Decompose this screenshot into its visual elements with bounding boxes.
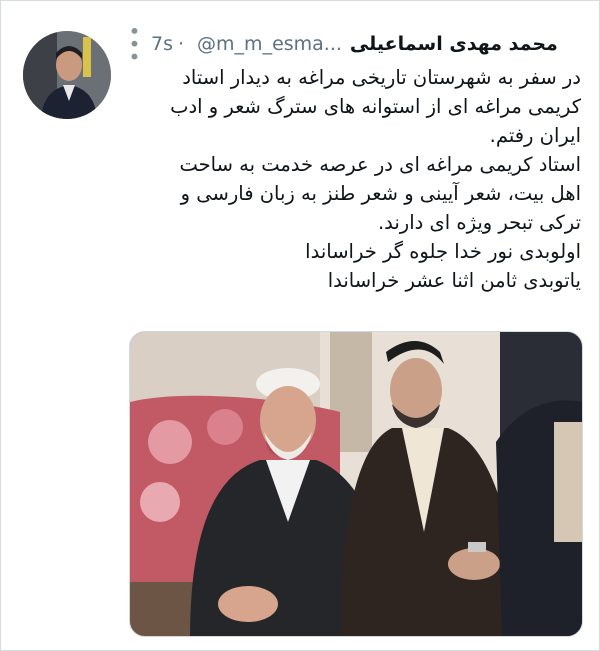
tweet-header: ••• 7s · @m_m_esma... محمد مهدی اسماعیلی (122, 25, 581, 63)
timestamp[interactable]: 7s (151, 33, 173, 55)
separator-dot: · (178, 33, 185, 55)
user-handle[interactable]: @m_m_esma... (197, 33, 342, 55)
tweet-line: در سفر به شهرستان تاریخی مراغه به دیدار … (182, 66, 581, 89)
tweet-line: کریمی مراغه ای از استوانه های سترگ شعر و… (170, 95, 581, 118)
author-name[interactable]: محمد مهدی اسماعیلی (350, 33, 558, 55)
tweet-line: ایران رفتم. (489, 124, 581, 147)
avatar[interactable] (23, 31, 111, 119)
tweet-photo[interactable] (129, 331, 583, 637)
tweet-card[interactable]: ••• 7s · @m_m_esma... محمد مهدی اسماعیلی… (0, 0, 600, 651)
tweet-line: اهل بیت، شعر آیینی و شعر طنز به زبان فار… (180, 182, 581, 205)
avatar-photo (23, 31, 111, 119)
tweet-line: یاتوبدی ثامن اثنا عشر خراساندا (327, 269, 581, 292)
more-options-icon[interactable]: ••• (122, 25, 147, 63)
tweet-line: ترکی تبحر ویژه ای دارند. (377, 211, 581, 234)
photo-illustration (130, 332, 582, 636)
tweet-line: اولوبدی نور خدا جلوه گر خراساندا (305, 240, 581, 263)
tweet-line: استاد کریمی مراغه ای در عرصه خدمت به ساح… (179, 153, 581, 176)
tweet-text: در سفر به شهرستان تاریخی مراغه به دیدار … (129, 63, 581, 295)
